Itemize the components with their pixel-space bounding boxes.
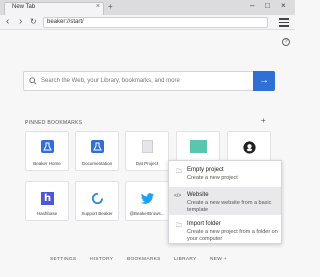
- menu-item-empty-project[interactable]: 🗀 Empty project Create a new project: [169, 162, 281, 189]
- footer-new-button[interactable]: NEW +: [210, 257, 227, 262]
- search-placeholder: Search the Web, your Library, bookmarks,…: [41, 78, 180, 84]
- document-icon: [142, 140, 153, 153]
- card-label: @BeakerBrows...: [129, 211, 165, 216]
- folder-icon: 🗀: [176, 223, 183, 229]
- pinned-card-support-beaker[interactable]: Support Beaker: [75, 181, 119, 221]
- tab-bar: New Tab × + – □ ×: [0, 0, 295, 15]
- tab-new-tab[interactable]: New Tab ×: [4, 2, 104, 15]
- code-icon: </>: [174, 193, 182, 199]
- footer-history-link[interactable]: HISTORY: [90, 257, 113, 262]
- add-pinned-button[interactable]: +: [261, 116, 266, 125]
- menu-item-import-folder[interactable]: 🗀 Import folder Create a new project fro…: [169, 216, 281, 243]
- beaker-icon: [91, 140, 104, 153]
- card-label: Documentation: [81, 161, 113, 166]
- footer-settings-link[interactable]: SETTINGS: [50, 257, 76, 262]
- pinned-card-dat-project[interactable]: Dat Project: [125, 131, 169, 171]
- nav-bar: ‹ › ↻ beaker://start/: [0, 15, 295, 30]
- menu-item-title: Import folder: [187, 221, 221, 227]
- search-input[interactable]: Search the Web, your Library, bookmarks,…: [23, 71, 275, 91]
- menu-item-desc: Create a new website from a basic templa…: [187, 200, 272, 213]
- maximize-button[interactable]: □: [265, 1, 270, 10]
- pinned-card-beaker-home[interactable]: Beaker Home: [25, 131, 69, 171]
- footer-library-link[interactable]: LIBRARY: [174, 257, 197, 262]
- pinned-card-hashbase[interactable]: h Hashbase: [25, 181, 69, 221]
- folder-icon: 🗀: [176, 169, 183, 175]
- minimize-button[interactable]: –: [250, 1, 254, 10]
- url-text: beaker://start/: [47, 19, 84, 25]
- menu-item-website[interactable]: </> Website Create a new website from a …: [169, 187, 281, 215]
- search-icon: [29, 77, 37, 85]
- beaker-icon: [41, 140, 54, 153]
- menu-item-title: Website: [187, 192, 209, 198]
- reload-button[interactable]: ↻: [30, 15, 37, 29]
- back-button[interactable]: ‹: [6, 15, 9, 29]
- search-submit-button[interactable]: →: [253, 71, 275, 91]
- tab-title: New Tab: [12, 4, 36, 10]
- pinned-card-documentation[interactable]: Documentation: [75, 131, 119, 171]
- menu-item-desc: Create a new project from a folder on yo…: [187, 229, 278, 242]
- menu-icon[interactable]: [279, 18, 289, 27]
- footer-nav: SETTINGS HISTORY BOOKMARKS LIBRARY NEW +: [0, 257, 295, 265]
- url-field[interactable]: beaker://start/: [43, 17, 268, 28]
- new-tab-button[interactable]: +: [108, 2, 113, 11]
- card-label: Beaker Home: [33, 161, 61, 166]
- forward-button[interactable]: ›: [19, 15, 22, 29]
- footer-bookmarks-link[interactable]: BOOKMARKS: [127, 257, 161, 262]
- github-icon: [243, 141, 256, 154]
- card-label: Hashbase: [36, 211, 58, 216]
- support-ring-icon: [91, 192, 104, 205]
- tab-close-icon[interactable]: ×: [96, 3, 100, 10]
- twitter-icon: [140, 193, 155, 204]
- window-close-button[interactable]: ×: [281, 1, 286, 10]
- card-label: Dat Project: [135, 161, 159, 166]
- menu-item-title: Empty project: [187, 167, 224, 173]
- pinned-bookmarks-heading: PINNED BOOKMARKS: [25, 120, 83, 126]
- pinned-card-twitter[interactable]: @BeakerBrows...: [125, 181, 169, 221]
- teal-thumbnail-icon: [190, 140, 207, 153]
- hashbase-icon: h: [41, 192, 54, 205]
- card-label: Support Beaker: [81, 211, 113, 216]
- help-icon[interactable]: ?: [282, 38, 290, 46]
- new-project-menu: 🗀 Empty project Create a new project </>…: [168, 160, 282, 244]
- menu-item-desc: Create a new project: [187, 175, 238, 181]
